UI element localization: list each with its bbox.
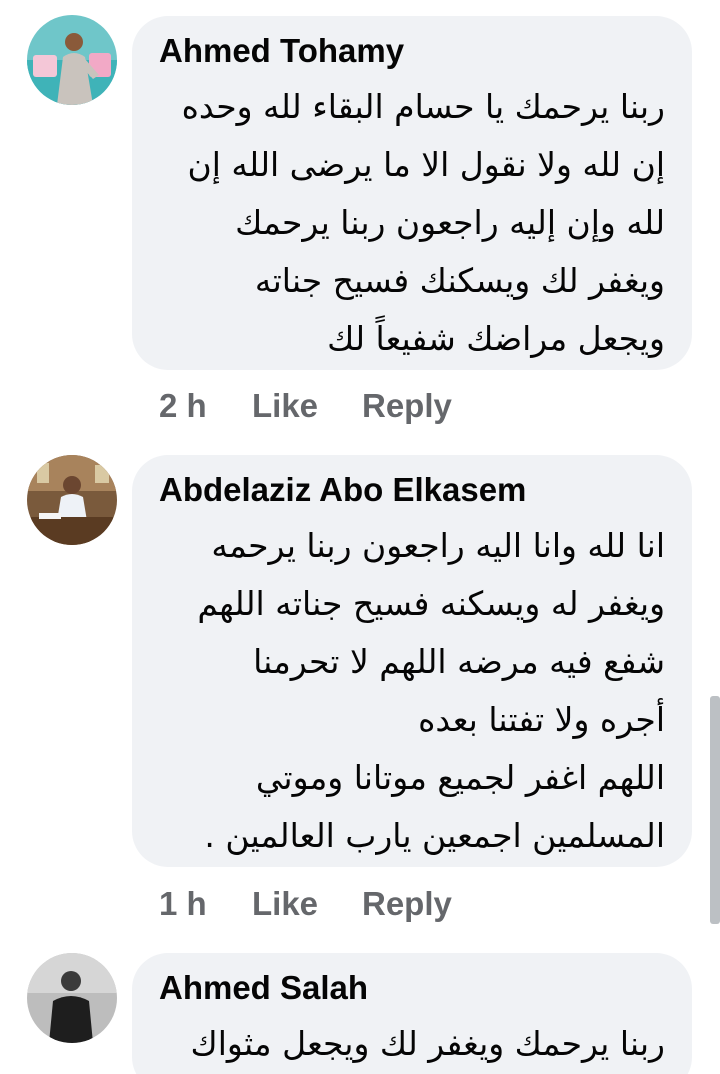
comment-line: المسلمين اجمعين يارب العالمين . — [204, 816, 665, 855]
comment-line: ربنا يرحمك ويغفر لك ويجعل مثواك — [190, 1024, 665, 1063]
comment-line: لله وإن إليه راجعون ربنا يرحمك — [235, 203, 665, 242]
comment-bubble: Ahmed Salah ربنا يرحمك ويغفر لك ويجعل مث… — [132, 953, 692, 1074]
avatar[interactable] — [27, 953, 117, 1043]
scrollbar[interactable] — [710, 696, 720, 924]
comment-text: انا لله وانا اليه راجعون ربنا يرحمه ويغف… — [145, 517, 665, 865]
comment-line: إن لله ولا نقول الا ما يرضى الله إن — [187, 145, 665, 184]
comment-timestamp[interactable]: 2 h — [159, 387, 207, 425]
comment-line: ويغفر لك ويسكنك فسيح جناته — [254, 261, 665, 300]
avatar[interactable] — [27, 455, 117, 545]
like-button[interactable]: Like — [252, 387, 318, 425]
comment-bubble: Ahmed Tohamy ربنا يرحمك يا حسام البقاء ل… — [132, 16, 692, 370]
like-button[interactable]: Like — [252, 885, 318, 923]
comment-author[interactable]: Abdelaziz Abo Elkasem — [159, 471, 526, 509]
comment-author[interactable]: Ahmed Tohamy — [159, 32, 404, 70]
comment-line: ربنا يرحمك يا حسام البقاء لله وحده — [181, 87, 665, 126]
comment-line: ويغفر له ويسكنه فسيح جناته اللهم — [197, 584, 665, 623]
comment-text: ربنا يرحمك يا حسام البقاء لله وحده إن لل… — [145, 78, 665, 368]
comment-timestamp[interactable]: 1 h — [159, 885, 207, 923]
comment-line: شفع فيه مرضه اللهم لا تحرمنا — [253, 642, 665, 681]
comment-author[interactable]: Ahmed Salah — [159, 969, 368, 1007]
comment-bubble: Abdelaziz Abo Elkasem انا لله وانا اليه … — [132, 455, 692, 867]
comment-text: ربنا يرحمك ويغفر لك ويجعل مثواك — [145, 1015, 665, 1073]
reply-button[interactable]: Reply — [362, 387, 452, 425]
avatar-photo-icon — [27, 953, 117, 1043]
reply-button[interactable]: Reply — [362, 885, 452, 923]
comment-line: ويجعل مراضك شفيعاً لك — [327, 319, 665, 358]
avatar[interactable] — [27, 15, 117, 105]
comment-line: انا لله وانا اليه راجعون ربنا يرحمه — [211, 526, 665, 565]
avatar-photo-icon — [27, 455, 117, 545]
comment-line: اللهم اغفر لجميع موتانا وموتي — [255, 758, 665, 797]
comment-line: أجره ولا تفتنا بعده — [418, 700, 665, 739]
avatar-photo-icon — [27, 15, 117, 105]
